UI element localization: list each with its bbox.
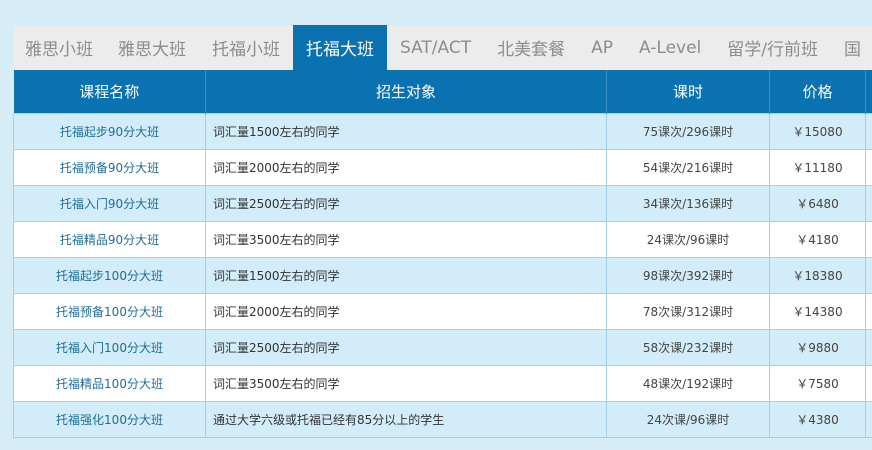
course-name-cell: 托福起步100分大班 bbox=[13, 256, 206, 294]
tab-sat-act[interactable]: SAT/ACT bbox=[387, 25, 484, 70]
table-row: 托福精品90分大班 词汇量3500左右的同学 24课次/96课时 ￥4180 bbox=[13, 220, 872, 258]
hours-cell: 48课次/192课时 bbox=[606, 364, 770, 402]
extra-cell bbox=[865, 112, 872, 150]
extra-cell bbox=[865, 220, 872, 258]
extra-cell bbox=[865, 184, 872, 222]
hours-cell: 98课次/392课时 bbox=[606, 256, 770, 294]
target-cell: 词汇量2000左右的同学 bbox=[205, 148, 607, 186]
header-target-students: 招生对象 bbox=[205, 70, 607, 113]
header-class-hours: 课时 bbox=[606, 70, 770, 113]
tab-more[interactable]: 国 bbox=[831, 25, 872, 70]
hours-cell: 34课次/136课时 bbox=[606, 184, 770, 222]
target-cell: 词汇量1500左右的同学 bbox=[205, 112, 607, 150]
course-panel: 雅思小班 雅思大班 托福小班 托福大班 SAT/ACT 北美套餐 AP A-Le… bbox=[13, 25, 872, 445]
extra-cell bbox=[865, 400, 872, 438]
course-tabs: 雅思小班 雅思大班 托福小班 托福大班 SAT/ACT 北美套餐 AP A-Le… bbox=[13, 25, 872, 70]
price-cell: ￥14380 bbox=[769, 292, 866, 330]
hours-cell: 58次课/232课时 bbox=[606, 328, 770, 366]
hours-cell: 78次课/312课时 bbox=[606, 292, 770, 330]
course-name-cell: 托福强化100分大班 bbox=[13, 400, 206, 438]
table-row: 托福起步100分大班 词汇量1500左右的同学 98课次/392课时 ￥1838… bbox=[13, 256, 872, 294]
hours-cell: 54课次/216课时 bbox=[606, 148, 770, 186]
price-cell: ￥18380 bbox=[769, 256, 866, 294]
table-header-row: 课程名称 招生对象 课时 价格 bbox=[13, 70, 872, 113]
table-row: 托福预备100分大班 词汇量2000左右的同学 78次课/312课时 ￥1438… bbox=[13, 292, 872, 330]
header-price: 价格 bbox=[769, 70, 866, 113]
price-cell: ￥4380 bbox=[769, 400, 866, 438]
target-cell: 词汇量2500左右的同学 bbox=[205, 184, 607, 222]
extra-cell bbox=[865, 256, 872, 294]
header-course-name: 课程名称 bbox=[13, 70, 206, 113]
hours-cell: 24课次/96课时 bbox=[606, 220, 770, 258]
hours-cell: 75课次/296课时 bbox=[606, 112, 770, 150]
table-row: 托福精品100分大班 词汇量3500左右的同学 48课次/192课时 ￥7580 bbox=[13, 364, 872, 402]
header-extra bbox=[865, 70, 872, 113]
target-cell: 词汇量2000左右的同学 bbox=[205, 292, 607, 330]
tab-ap[interactable]: AP bbox=[578, 25, 626, 70]
tab-ielts-large[interactable]: 雅思大班 bbox=[105, 25, 199, 70]
table-row: 托福入门90分大班 词汇量2500左右的同学 34课次/136课时 ￥6480 bbox=[13, 184, 872, 222]
course-table: 课程名称 招生对象 课时 价格 托福起步90分大班 词汇量1500左右的同学 7… bbox=[13, 70, 872, 438]
tab-a-level[interactable]: A-Level bbox=[626, 25, 714, 70]
course-name-cell: 托福入门100分大班 bbox=[13, 328, 206, 366]
price-cell: ￥6480 bbox=[769, 184, 866, 222]
course-name-cell: 托福入门90分大班 bbox=[13, 184, 206, 222]
course-name-cell: 托福起步90分大班 bbox=[13, 112, 206, 150]
target-cell: 通过大学六级或托福已经有85分以上的学生 bbox=[205, 400, 607, 438]
course-name-cell: 托福预备100分大班 bbox=[13, 292, 206, 330]
price-cell: ￥15080 bbox=[769, 112, 866, 150]
tab-toefl-small[interactable]: 托福小班 bbox=[199, 25, 293, 70]
table-row: 托福入门100分大班 词汇量2500左右的同学 58次课/232课时 ￥9880 bbox=[13, 328, 872, 366]
target-cell: 词汇量3500左右的同学 bbox=[205, 220, 607, 258]
price-cell: ￥4180 bbox=[769, 220, 866, 258]
extra-cell bbox=[865, 328, 872, 366]
target-cell: 词汇量1500左右的同学 bbox=[205, 256, 607, 294]
tab-toefl-large[interactable]: 托福大班 bbox=[293, 25, 387, 70]
tab-ielts-small[interactable]: 雅思小班 bbox=[13, 25, 105, 70]
tab-study-abroad-prep[interactable]: 留学/行前班 bbox=[714, 25, 831, 70]
table-row: 托福预备90分大班 词汇量2000左右的同学 54课次/216课时 ￥11180 bbox=[13, 148, 872, 186]
extra-cell bbox=[865, 364, 872, 402]
price-cell: ￥9880 bbox=[769, 328, 866, 366]
course-name-cell: 托福精品90分大班 bbox=[13, 220, 206, 258]
table-row: 托福强化100分大班 通过大学六级或托福已经有85分以上的学生 24次课/96课… bbox=[13, 400, 872, 438]
target-cell: 词汇量3500左右的同学 bbox=[205, 364, 607, 402]
price-cell: ￥7580 bbox=[769, 364, 866, 402]
course-name-cell: 托福精品100分大班 bbox=[13, 364, 206, 402]
target-cell: 词汇量2500左右的同学 bbox=[205, 328, 607, 366]
price-cell: ￥11180 bbox=[769, 148, 866, 186]
extra-cell bbox=[865, 148, 872, 186]
tab-north-america-package[interactable]: 北美套餐 bbox=[484, 25, 578, 70]
table-row: 托福起步90分大班 词汇量1500左右的同学 75课次/296课时 ￥15080 bbox=[13, 112, 872, 150]
extra-cell bbox=[865, 292, 872, 330]
course-name-cell: 托福预备90分大班 bbox=[13, 148, 206, 186]
hours-cell: 24次课/96课时 bbox=[606, 400, 770, 438]
